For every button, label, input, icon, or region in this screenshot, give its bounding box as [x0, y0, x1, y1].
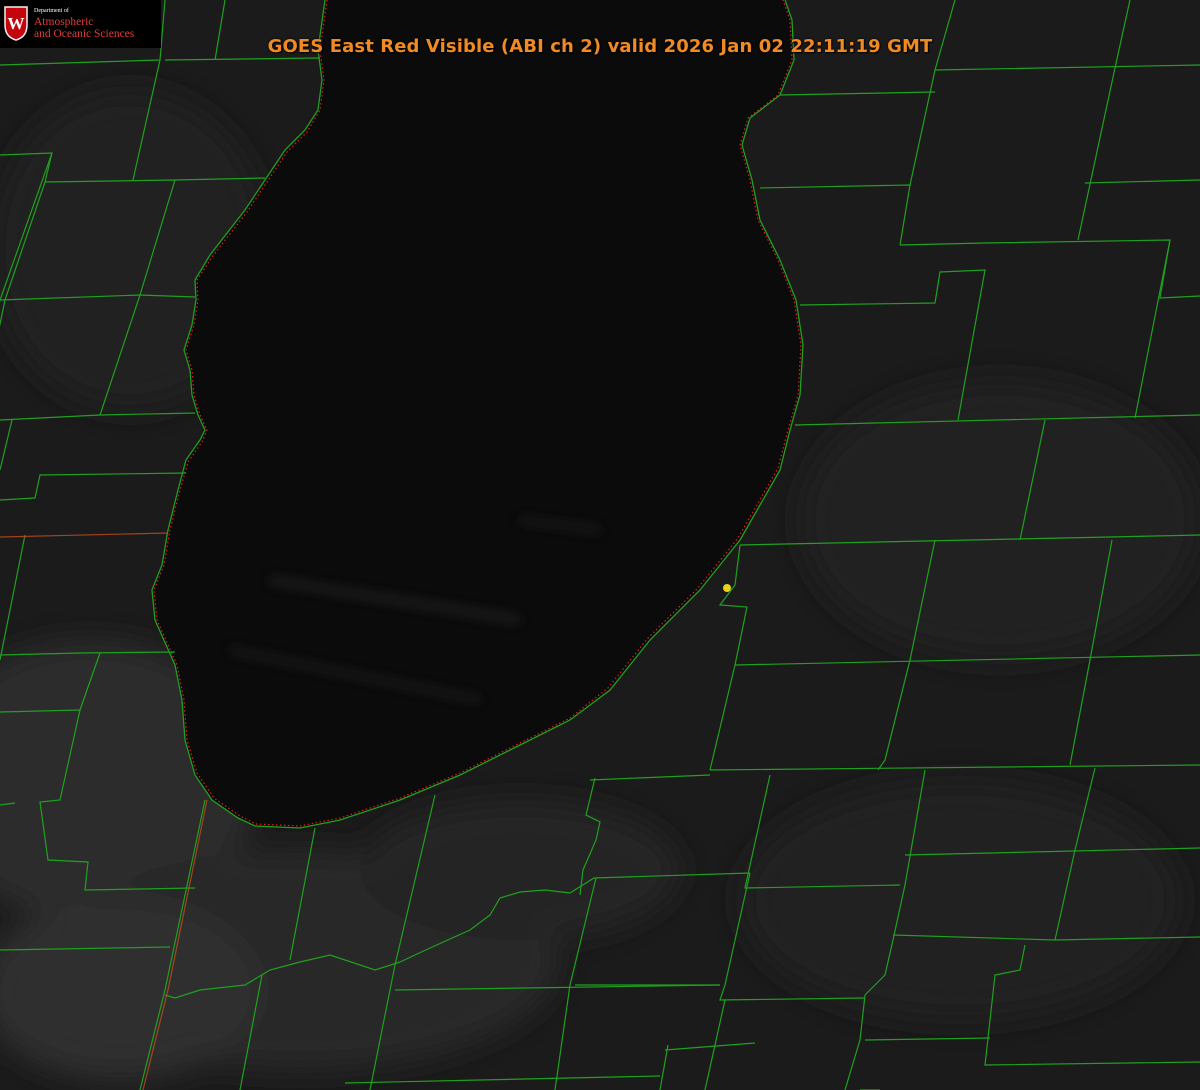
crest-letter: W [8, 14, 25, 33]
satellite-image: W Department of Atmospheric and Oceanic … [0, 0, 1200, 1090]
logo-dept-line: Department of [34, 8, 69, 14]
satellite-map [0, 0, 1200, 1090]
point-marker [723, 584, 731, 592]
logo-name-line1: Atmospheric [34, 16, 94, 28]
image-title: GOES East Red Visible (ABI ch 2) valid 2… [267, 36, 933, 57]
